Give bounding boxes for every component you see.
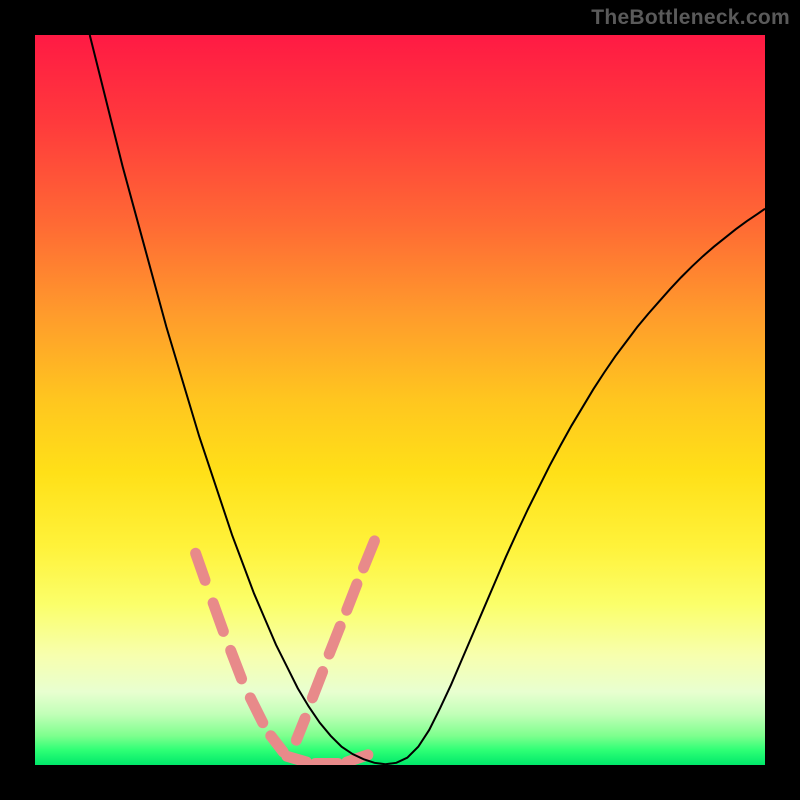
watermark-text: TheBottleneck.com: [591, 6, 790, 30]
minimum-dashes: [287, 756, 307, 762]
curve-svg: [35, 35, 765, 765]
right-branch-dashes: [364, 541, 375, 568]
left-branch-dashes: [213, 603, 223, 631]
dash-markers: [196, 541, 375, 764]
left-branch-dashes: [271, 736, 283, 752]
left-branch-dashes: [231, 650, 242, 678]
right-branch-dashes: [312, 672, 322, 698]
left-branch-dashes: [196, 553, 205, 580]
bottleneck-curve: [90, 35, 765, 764]
right-branch-dashes: [296, 718, 305, 740]
right-branch-dashes: [347, 584, 357, 610]
plot-area: [35, 35, 765, 765]
right-branch-dashes: [329, 626, 340, 654]
chart-container: TheBottleneck.com: [0, 0, 800, 800]
left-branch-dashes: [250, 698, 262, 723]
